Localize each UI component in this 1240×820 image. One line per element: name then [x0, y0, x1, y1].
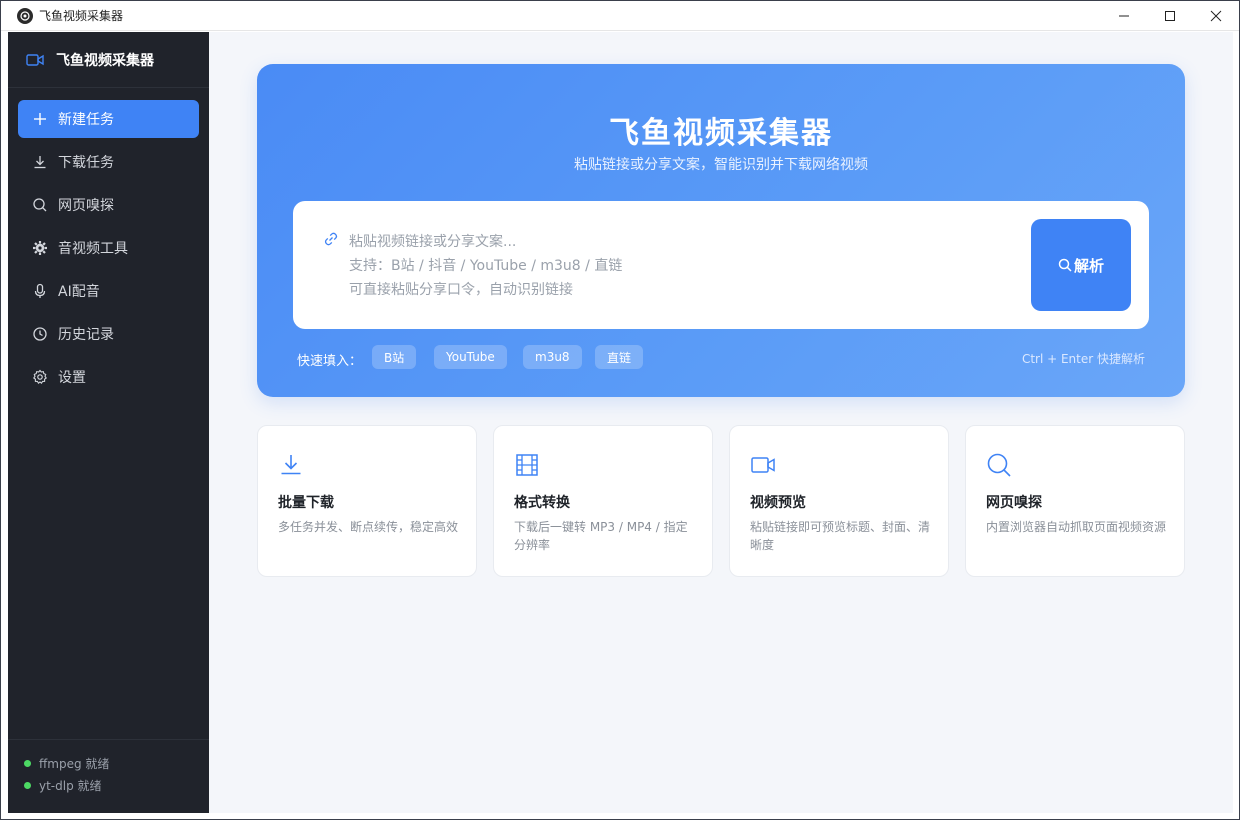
- plus-icon: [34, 113, 46, 125]
- feature-desc: 下载后一键转 MP3 / MP4 / 指定分辨率: [514, 520, 688, 552]
- sidebar-item-av-tools[interactable]: 音视频工具: [18, 229, 199, 267]
- maximize-icon: [1165, 11, 1175, 21]
- link-icon: [324, 232, 338, 246]
- microphone-icon: [34, 283, 46, 298]
- status-row: ffmpeg 就绪: [24, 752, 209, 774]
- sidebar: 飞鱼视频采集器 新建任务 下载任务 网页嗅探 音视频工具 AI配音 历史记录 设…: [8, 32, 209, 813]
- feature-title: 网页嗅探: [986, 495, 1042, 511]
- feature-desc: 内置浏览器自动抓取页面视频资源: [986, 520, 1167, 534]
- feature-desc: 多任务并发、断点续传，稳定高效: [278, 520, 459, 534]
- quick-fill-chip-m3u8[interactable]: m3u8: [523, 345, 582, 369]
- input-placeholder: 粘贴视频链接或分享文案...: [349, 234, 517, 250]
- sidebar-item-label: 下载任务: [58, 155, 114, 171]
- download-icon: [34, 156, 46, 169]
- link-input-area[interactable]: 粘贴视频链接或分享文案... 支持：B站 / 抖音 / YouTube / m3…: [293, 201, 1149, 329]
- film-icon: [516, 454, 538, 476]
- maximize-button[interactable]: [1147, 1, 1193, 31]
- sidebar-item-label: 新建任务: [58, 112, 114, 128]
- status-dot: [24, 781, 31, 789]
- sidebar-item-label: AI配音: [58, 284, 100, 300]
- sidebar-item-label: 历史记录: [58, 327, 114, 343]
- sidebar-brand: 飞鱼视频采集器: [8, 32, 209, 88]
- title-bar: 飞鱼视频采集器: [1, 1, 1239, 31]
- search-icon: [33, 198, 47, 212]
- clock-icon: [33, 327, 47, 341]
- minimize-button[interactable]: [1101, 1, 1147, 31]
- close-button[interactable]: [1193, 1, 1239, 31]
- main-content: 飞鱼视频采集器 粘贴链接或分享文案，智能识别并下载网络视频 粘贴视频链接或分享文…: [209, 32, 1233, 813]
- settings-icon: [33, 369, 47, 385]
- hero-subtitle: 粘贴链接或分享文案，智能识别并下载网络视频: [574, 157, 868, 173]
- sidebar-item-history[interactable]: 历史记录: [18, 315, 199, 353]
- sidebar-item-label: 音视频工具: [58, 241, 128, 257]
- quick-fill-chip-direct[interactable]: 直链: [595, 345, 644, 369]
- video-camera-icon: [26, 53, 44, 66]
- feature-cards: 批量下载 多任务并发、断点续传，稳定高效 格式转换 下载后一键转 MP3 / M…: [257, 425, 1185, 577]
- app-logo-icon: [17, 7, 33, 24]
- quick-fill-label: 快速填入：: [297, 354, 363, 369]
- status-label: ffmpeg 就绪: [39, 756, 110, 771]
- input-placeholder-hint: 可直接粘贴分享口令，自动识别链接: [349, 282, 573, 298]
- sidebar-nav: 新建任务 下载任务 网页嗅探 音视频工具 AI配音 历史记录 设置: [8, 88, 209, 413]
- status-row: yt-dlp 就绪: [24, 774, 209, 796]
- feature-card-format-convert[interactable]: 格式转换 下载后一键转 MP3 / MP4 / 指定分辨率: [493, 425, 713, 577]
- sidebar-item-web-sniff[interactable]: 网页嗅探: [18, 186, 199, 224]
- brand-name: 飞鱼视频采集器: [56, 52, 154, 69]
- quick-fill-chip-youtube[interactable]: YouTube: [434, 345, 507, 369]
- hero-panel: 飞鱼视频采集器 粘贴链接或分享文案，智能识别并下载网络视频 粘贴视频链接或分享文…: [257, 64, 1185, 397]
- sidebar-item-label: 网页嗅探: [58, 198, 114, 214]
- input-placeholder-hint: 支持：B站 / 抖音 / YouTube / m3u8 / 直链: [349, 258, 623, 274]
- close-icon: [1210, 10, 1222, 22]
- sidebar-item-new-task[interactable]: 新建任务: [18, 100, 199, 138]
- status-dot: [24, 759, 31, 767]
- sidebar-item-download-tasks[interactable]: 下载任务: [18, 143, 199, 181]
- status-label: yt-dlp 就绪: [39, 778, 102, 793]
- feature-title: 格式转换: [514, 495, 570, 511]
- feature-card-web-sniff[interactable]: 网页嗅探 内置浏览器自动抓取页面视频资源: [965, 425, 1185, 577]
- sidebar-item-settings[interactable]: 设置: [18, 358, 199, 396]
- window-controls: [1101, 1, 1239, 31]
- dependency-status: ffmpeg 就绪 yt-dlp 就绪: [8, 739, 209, 813]
- search-icon: [987, 453, 1011, 477]
- sidebar-item-label: 设置: [58, 370, 86, 386]
- gear-icon: [33, 241, 47, 255]
- parse-button-label: 解析: [1073, 256, 1104, 275]
- minimize-icon: [1119, 15, 1129, 17]
- search-icon: [1058, 258, 1072, 272]
- feature-title: 视频预览: [750, 495, 806, 511]
- app-window: 飞鱼视频采集器 飞鱼视频采集器 新建任务 下载任务 网页嗅探 音视频工具 AI配…: [0, 0, 1240, 820]
- download-icon: [281, 455, 301, 475]
- feature-card-video-preview[interactable]: 视频预览 粘贴链接即可预览标题、封面、清晰度: [729, 425, 949, 577]
- hero-title: 飞鱼视频采集器: [609, 116, 833, 151]
- quick-fill-chip-bilibili[interactable]: B站: [372, 345, 417, 369]
- video-camera-icon: [751, 457, 775, 473]
- shortcut-hint: Ctrl + Enter 快捷解析: [1021, 352, 1145, 366]
- window-title: 飞鱼视频采集器: [39, 9, 124, 23]
- sidebar-item-ai-dubbing[interactable]: AI配音: [18, 272, 199, 310]
- feature-card-batch-download[interactable]: 批量下载 多任务并发、断点续传，稳定高效: [257, 425, 477, 577]
- feature-title: 批量下载: [278, 495, 334, 511]
- parse-button[interactable]: 解析: [1031, 219, 1131, 311]
- feature-desc: 粘贴链接即可预览标题、封面、清晰度: [750, 520, 931, 552]
